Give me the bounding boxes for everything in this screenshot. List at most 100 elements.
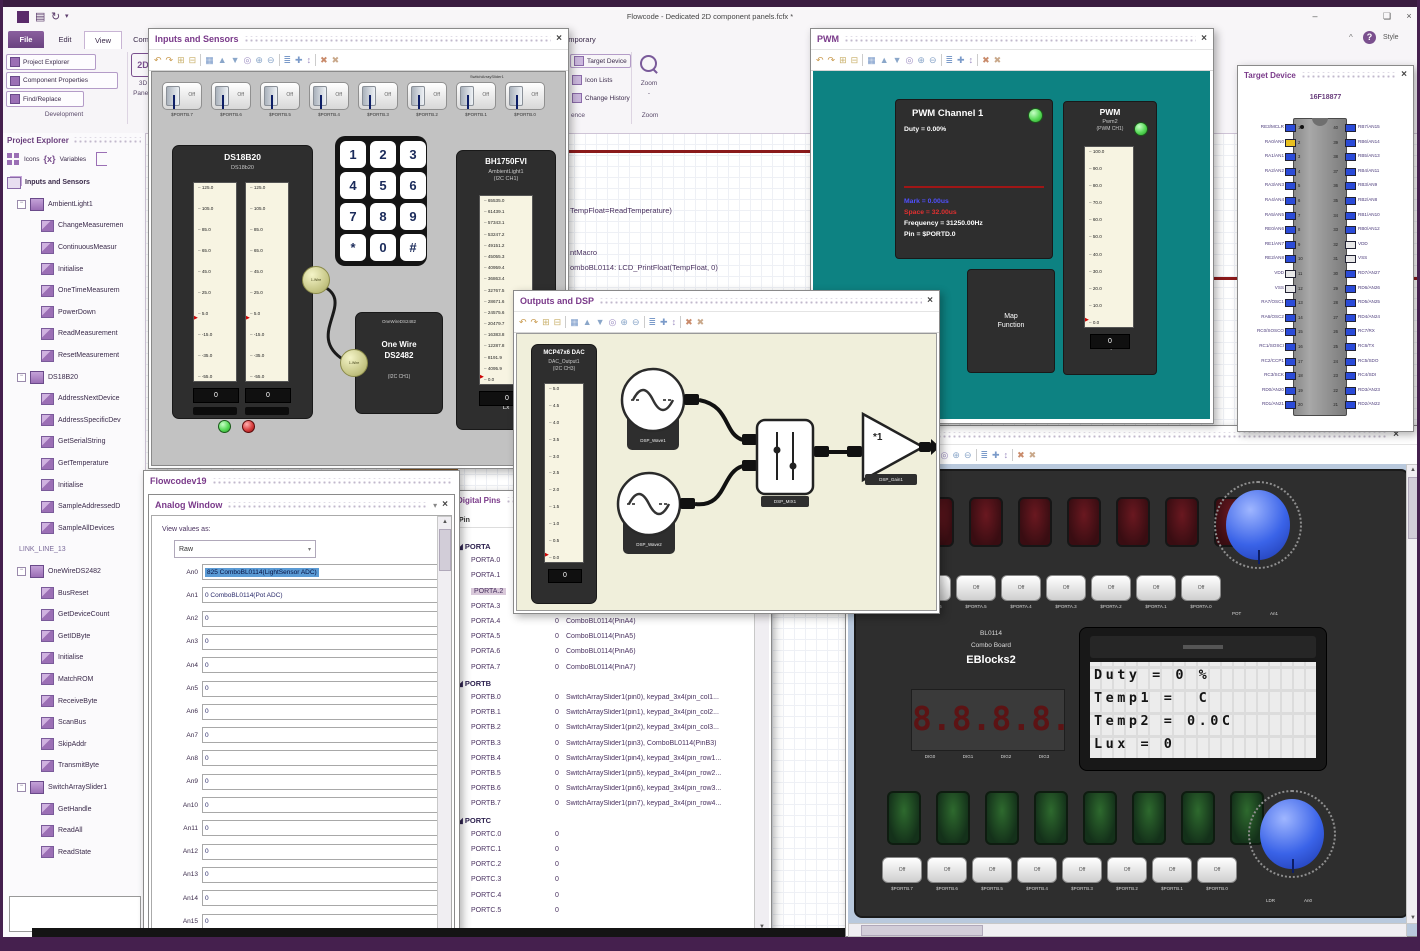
pin-pad-left[interactable] (1285, 386, 1296, 395)
analog-row-value[interactable]: 0 (202, 913, 438, 928)
view-values-dropdown[interactable]: Raw ▾ (174, 540, 316, 558)
analog-row-value[interactable]: 0 (202, 890, 438, 907)
board-switch--porta-3[interactable]: Off (1046, 575, 1086, 601)
keypad-key-hash[interactable]: # (400, 234, 426, 261)
tree-item-switcharrayslider1[interactable]: − SwitchArraySlider1 (3, 777, 145, 799)
keypad-key-7[interactable]: 7 (340, 203, 366, 230)
digital-row-porta-5[interactable]: PORTA.5 0 ComboBL0114(PinA5) (453, 633, 753, 648)
zoom-out-icon[interactable]: ⊖ (964, 450, 972, 460)
project-explorer-button[interactable]: Project Explorer (6, 54, 96, 70)
tree-item-onetimemeasurem[interactable]: OneTimeMeasurem (3, 280, 145, 302)
move-up-icon[interactable]: ▲ (880, 55, 889, 65)
board-switch--portb-3[interactable]: Off (1062, 857, 1102, 883)
pin-pad-left[interactable] (1285, 124, 1296, 132)
pin-pad-right[interactable] (1345, 372, 1356, 381)
pot-knob[interactable] (1214, 481, 1302, 569)
pan-icon[interactable]: ↕ (1004, 450, 1009, 460)
ds18b20-slider-1[interactable]: 125.0 105.0 85.0 65.0 45.0 25.0 5.0 -15.0 -35.0 -… (193, 182, 237, 382)
add-icon[interactable]: ✚ (660, 317, 668, 327)
close-icon[interactable]: × (1401, 70, 1407, 80)
icon-lists-toggle[interactable]: Icon Lists (572, 75, 612, 85)
inputs-window-titlebar[interactable]: Inputs and Sensors × (149, 29, 568, 49)
keypad-key-star[interactable]: * (340, 234, 366, 261)
grid-icon[interactable]: ▦ (867, 55, 876, 65)
delete-icon[interactable]: ✖ (1017, 450, 1025, 460)
tree-item-resetmeasurement[interactable]: ResetMeasurement (3, 345, 145, 367)
undo-icon[interactable]: ↶ (519, 317, 527, 327)
tree-item-transmitbyte[interactable]: TransmitByte (3, 755, 145, 777)
digital-row-portc-4[interactable]: PORTC.4 0 (453, 892, 753, 907)
redo-icon[interactable]: ↷ (531, 317, 539, 327)
zoom-in-icon[interactable]: ⊕ (952, 450, 960, 460)
copy-icon[interactable]: ⊞ (542, 317, 550, 327)
move-up-icon[interactable]: ▲ (218, 55, 227, 65)
undo-icon[interactable]: ↶ (154, 55, 162, 65)
tree-item-gethandle[interactable]: GetHandle (3, 798, 145, 820)
component-properties-button[interactable]: Component Properties (6, 72, 118, 89)
help-icon[interactable]: ? (1363, 31, 1376, 44)
board-switch--portb-1[interactable]: Off (1152, 857, 1192, 883)
tree-item-link-line-13[interactable]: LINK_LINE_13 (3, 539, 145, 561)
outputs-window-titlebar[interactable]: Outputs and DSP × (514, 291, 939, 311)
analog-row-value[interactable]: 825 ComboBL0114(LightSensor ADC) (202, 564, 438, 580)
paste-icon[interactable]: ⊟ (189, 55, 197, 65)
ldr-knob[interactable] (1248, 790, 1336, 878)
pin-pad-left[interactable] (1285, 138, 1296, 147)
keypad-key-3[interactable]: 3 (400, 141, 426, 168)
zoom-out-icon[interactable]: ⊖ (267, 55, 275, 65)
toggle-switch--portb-0[interactable]: Off (505, 82, 545, 110)
keypad-key-2[interactable]: 2 (370, 141, 396, 168)
toggle-switch--portb-6[interactable]: Off (211, 82, 251, 110)
digital-row-portb-5[interactable]: PORTB.5 0 SwitchArraySlider1(pin5), keypad… (453, 770, 753, 785)
toggle-switch--portb-4[interactable]: Off (309, 82, 349, 110)
scroll-up-icon[interactable]: ▲ (438, 519, 451, 525)
move-down-icon[interactable]: ▼ (596, 317, 605, 327)
analog-row-value[interactable]: 0 (202, 727, 438, 744)
board-switch--porta-0[interactable]: Off (1181, 575, 1221, 601)
icons-label[interactable]: Icons (24, 156, 40, 163)
tree-item-initialise[interactable]: Initialise (3, 474, 145, 496)
pin-pad-right[interactable] (1345, 343, 1356, 351)
digital-row-porta-6[interactable]: PORTA.6 0 ComboBL0114(PinA6) (453, 648, 753, 663)
target-icon[interactable]: ◎ (609, 317, 617, 327)
tree-item-gettemperature[interactable]: GetTemperature (3, 453, 145, 475)
tab-view[interactable]: View (84, 31, 122, 49)
macros-icon[interactable] (96, 152, 108, 166)
analog-row-value[interactable]: 0 (202, 633, 438, 650)
tree-item-getidbyte[interactable]: GetIDByte (3, 625, 145, 647)
list-icon[interactable]: ≣ (981, 450, 989, 460)
keypad-key-6[interactable]: 6 (400, 172, 426, 199)
pin-pad-left[interactable] (1285, 343, 1296, 351)
pin-pad-right[interactable] (1345, 386, 1356, 395)
keypad-key-0[interactable]: 0 (370, 234, 396, 261)
digital-row-portb-4[interactable]: PORTB.4 0 SwitchArraySlider1(pin4), keypad… (453, 755, 753, 770)
tree-item-changemeasuremen[interactable]: ChangeMeasuremen (3, 215, 145, 237)
pwm-duty-slider[interactable]: 100.0 90.0 80.0 70.0 60.0 50.0 40.0 30.0 20.0 10.… (1084, 146, 1134, 328)
tab-file[interactable]: File (8, 31, 44, 48)
pin-pad-right[interactable] (1345, 124, 1356, 132)
keypad-key-1[interactable]: 1 (340, 141, 366, 168)
pin-pad-left[interactable] (1285, 211, 1296, 220)
pin-pad-right[interactable] (1345, 182, 1356, 191)
scrollbar-thumb[interactable] (861, 925, 983, 936)
zoom-in-icon[interactable]: ⊕ (620, 317, 628, 327)
tree-item-inputs-and-sensors[interactable]: Inputs and Sensors (3, 172, 145, 194)
pin-pad-right[interactable] (1345, 240, 1356, 249)
target-window-titlebar[interactable]: Target Device × (1238, 66, 1413, 84)
board-switch--portb-6[interactable]: Off (927, 857, 967, 883)
pin-pad-left[interactable] (1285, 167, 1296, 176)
tree-item-continuousmeasur[interactable]: ContinuousMeasur (3, 237, 145, 259)
pin-pad-left[interactable] (1285, 328, 1296, 337)
board-switch--portb-2[interactable]: Off (1107, 857, 1147, 883)
tree-item-addressnextdevice[interactable]: AddressNextDevice (3, 388, 145, 410)
tree-item-powerdown[interactable]: PowerDown (3, 302, 145, 324)
tree-item-initialise[interactable]: Initialise (3, 258, 145, 280)
paste-icon[interactable]: ⊟ (851, 55, 859, 65)
pin-pad-right[interactable] (1345, 313, 1356, 322)
digital-row-portc-1[interactable]: PORTC.1 0 (453, 846, 753, 861)
pin-pad-right[interactable] (1345, 197, 1356, 205)
scale-marker-icon[interactable]: ▶ (480, 374, 484, 380)
ds18b20-slider-2[interactable]: 125.0 105.0 85.0 65.0 45.0 25.0 5.0 -15.0 -35.0 -… (245, 182, 289, 382)
board-switch--porta-2[interactable]: Off (1091, 575, 1131, 601)
toggle-switch--portb-5[interactable]: Off (260, 82, 300, 110)
